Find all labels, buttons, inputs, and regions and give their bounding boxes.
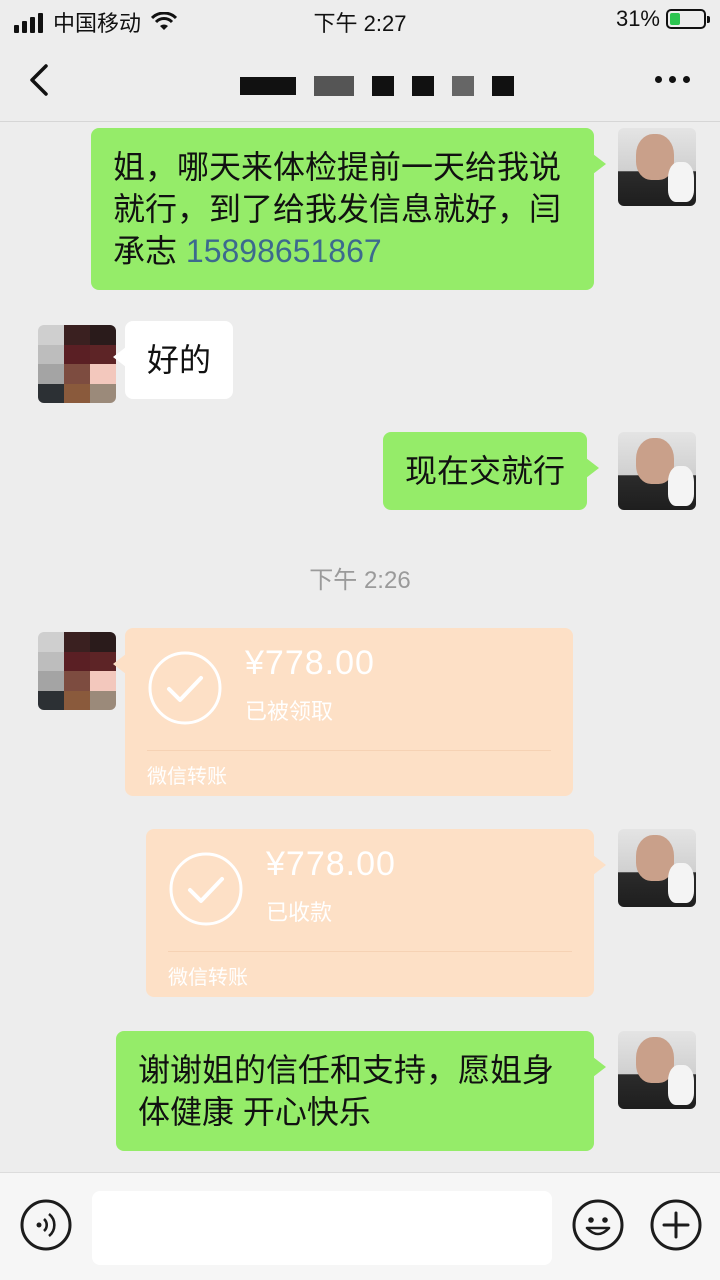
transfer-divider — [147, 750, 551, 751]
transfer-status: 已收款 — [266, 900, 333, 925]
my-avatar[interactable] — [618, 829, 696, 907]
check-circle-icon — [148, 651, 222, 725]
message-text: 好的 — [147, 342, 212, 378]
status-right: 31% — [615, 6, 710, 32]
status-bar: 中国移动 下午 2:27 31% — [0, 0, 720, 40]
contact-avatar[interactable] — [38, 632, 116, 710]
message-bubble-incoming[interactable]: 好的 — [112, 321, 234, 399]
battery-percent: 31% — [615, 6, 660, 31]
message-bubble-outgoing[interactable]: 谢谢姐的信任和支持，愿姐身体健康 开心快乐 — [116, 1031, 606, 1151]
timestamp-divider: 下午 2:26 — [309, 567, 411, 594]
chat-area: 姐，哪天来体检提前一天给我说就行，到了给我发信息就好，闫承志 158986518… — [0, 122, 720, 1172]
battery-icon — [666, 9, 710, 29]
check-circle-icon — [169, 852, 243, 926]
plus-icon[interactable] — [650, 1199, 702, 1251]
status-time: 下午 2:27 — [313, 11, 407, 36]
my-avatar[interactable] — [618, 432, 696, 510]
transfer-label: 微信转账 — [168, 967, 248, 989]
message-bubble-outgoing[interactable]: 姐，哪天来体检提前一天给我说就行，到了给我发信息就好，闫承志 158986518… — [91, 128, 606, 290]
my-avatar[interactable] — [618, 128, 696, 206]
message-bubble-outgoing[interactable]: 现在交就行 — [383, 432, 600, 510]
nav-bar — [0, 40, 720, 122]
my-avatar[interactable] — [618, 1031, 696, 1109]
message-text: 现在交就行 — [405, 453, 566, 489]
transfer-card-outgoing[interactable]: ¥778.00 已收款 微信转账 — [146, 829, 606, 997]
voice-icon[interactable] — [20, 1199, 72, 1251]
chevron-left-icon[interactable] — [22, 60, 62, 100]
transfer-status: 已被领取 — [245, 699, 334, 724]
chat-title-redacted — [240, 76, 514, 96]
contact-avatar[interactable] — [38, 325, 116, 403]
transfer-divider — [168, 951, 572, 952]
message-text: 谢谢姐的信任和支持，愿姐身体健康 开心快乐 — [138, 1052, 555, 1130]
transfer-amount: ¥778.00 — [266, 845, 396, 883]
transfer-amount: ¥778.00 — [245, 644, 375, 682]
transfer-label: 微信转账 — [147, 766, 227, 788]
emoji-icon[interactable] — [572, 1199, 624, 1251]
battery-fill — [670, 13, 680, 25]
transfer-card-incoming[interactable]: ¥778.00 已被领取 微信转账 — [113, 628, 573, 796]
input-bar — [0, 1172, 720, 1280]
ellipsis-icon[interactable] — [655, 70, 690, 89]
phone-link[interactable]: 15898651867 — [186, 233, 382, 269]
message-input[interactable] — [92, 1191, 552, 1265]
